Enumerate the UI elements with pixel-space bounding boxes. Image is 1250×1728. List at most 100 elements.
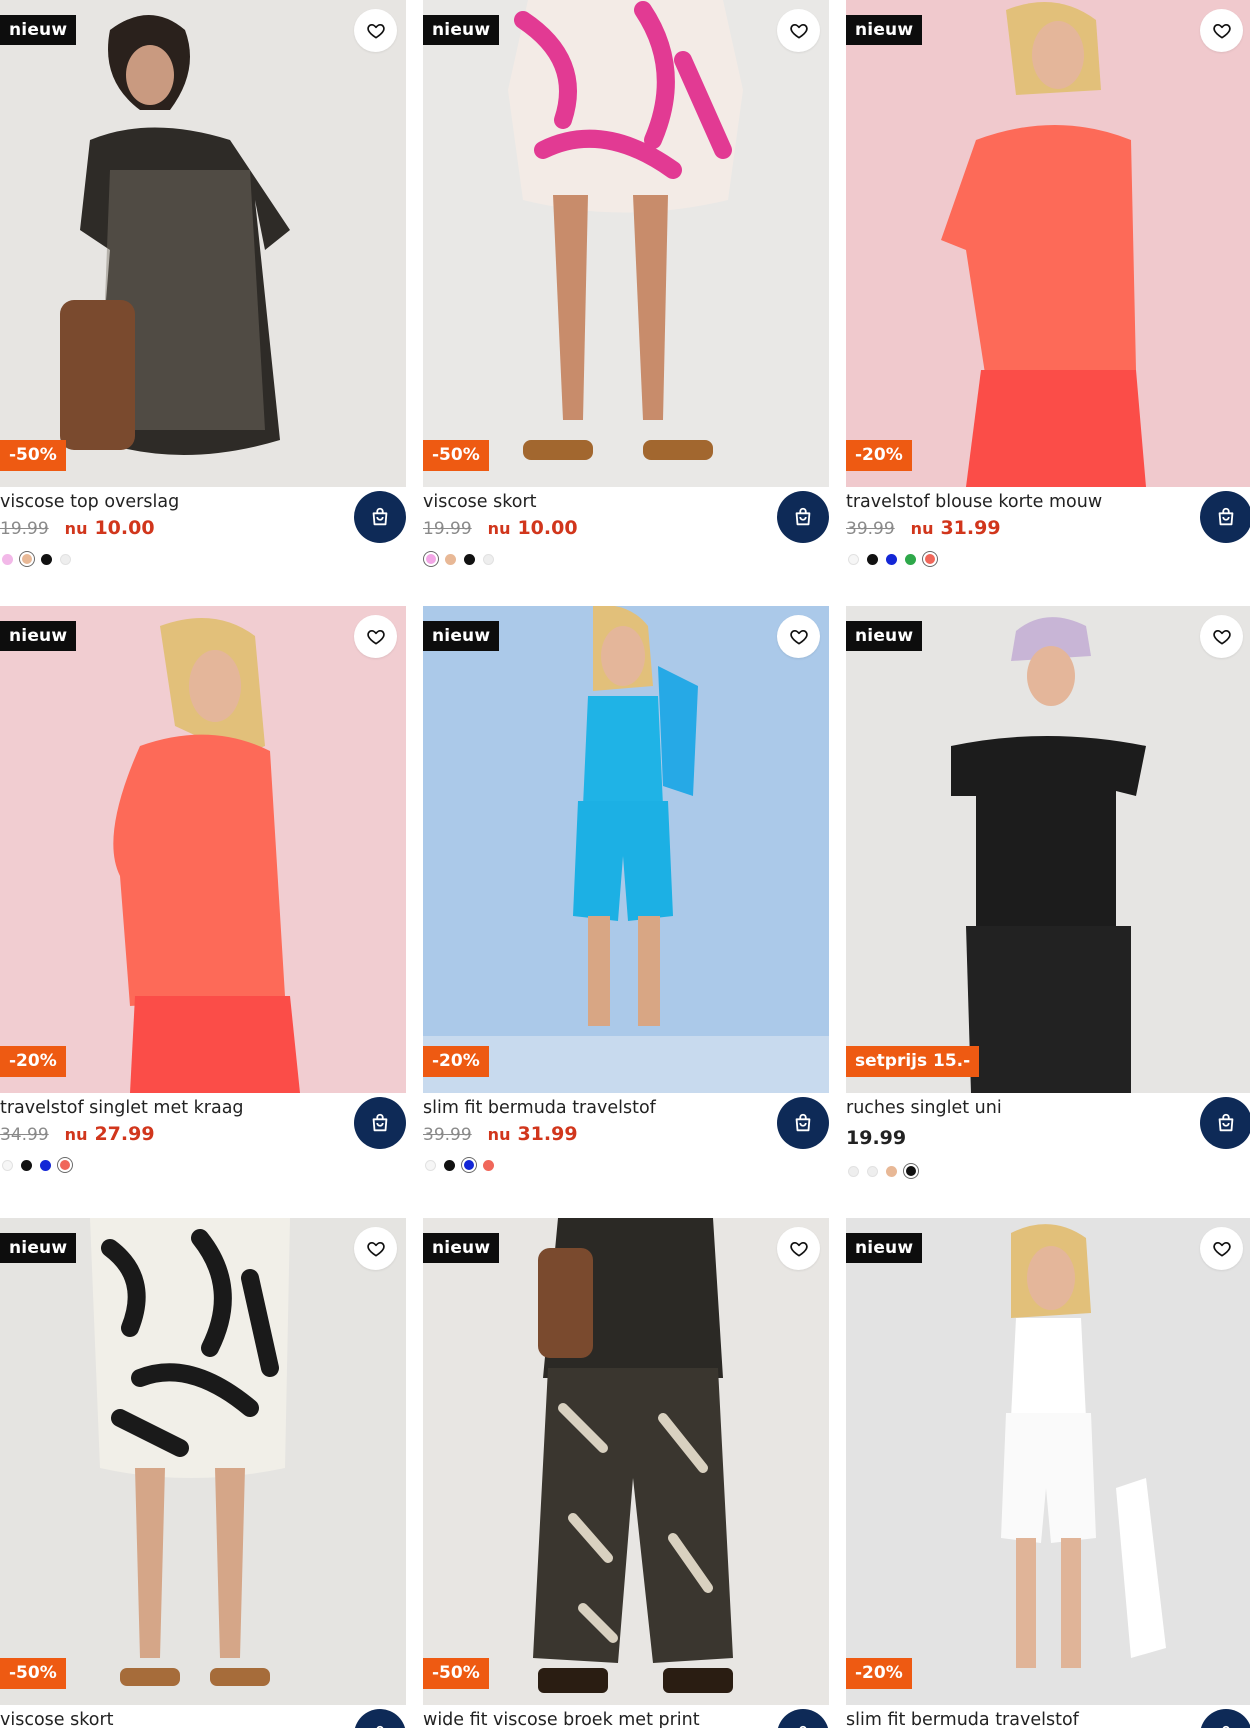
- product-title[interactable]: slim fit bermuda travelstof: [423, 1096, 763, 1120]
- color-swatch[interactable]: [41, 553, 52, 565]
- heart-icon: [366, 629, 385, 644]
- favorite-button[interactable]: [354, 615, 397, 658]
- old-price: 34.99: [0, 1125, 49, 1145]
- discount-badge: -20%: [846, 1658, 912, 1689]
- price: 19.99: [846, 1127, 907, 1149]
- add-to-cart-button[interactable]: [1200, 491, 1250, 543]
- add-to-cart-button[interactable]: [1200, 1709, 1250, 1728]
- product-title[interactable]: ruches singlet uni: [846, 1096, 1186, 1120]
- heart-icon: [366, 23, 385, 39]
- product-title[interactable]: viscose top overslag: [0, 490, 340, 514]
- new-badge: nieuw: [423, 621, 500, 651]
- color-swatch[interactable]: [445, 553, 456, 565]
- favorite-button[interactable]: [777, 1227, 820, 1270]
- shopping-bag-icon: [1222, 1725, 1230, 1728]
- color-swatch[interactable]: [60, 553, 71, 565]
- now-label: nu: [487, 1125, 511, 1144]
- color-swatch[interactable]: [22, 554, 32, 564]
- product-title[interactable]: wide fit viscose broek met print: [423, 1708, 763, 1728]
- color-swatch[interactable]: [906, 1166, 916, 1176]
- favorite-button[interactable]: [354, 9, 397, 52]
- color-swatches: [848, 552, 944, 566]
- heart-icon: [1212, 23, 1231, 39]
- product-title[interactable]: viscose skort: [0, 1708, 340, 1728]
- price-row: 39.99 nu 31.99: [846, 517, 1001, 541]
- product-photo[interactable]: [846, 0, 1250, 487]
- favorite-button[interactable]: [1200, 1227, 1243, 1270]
- old-price: 39.99: [846, 519, 895, 539]
- heart-icon: [1212, 629, 1231, 644]
- product-photo[interactable]: [0, 606, 406, 1093]
- heart-icon: [789, 23, 808, 39]
- old-price: 19.99: [423, 519, 472, 539]
- product-photo[interactable]: [846, 606, 1250, 1093]
- sale-price: 10.00: [94, 517, 155, 539]
- now-label: nu: [64, 519, 88, 538]
- favorite-button[interactable]: [1200, 615, 1243, 658]
- product-photo-image: [0, 606, 406, 1093]
- product-photo[interactable]: [0, 0, 406, 487]
- add-to-cart-button[interactable]: [1200, 1097, 1250, 1149]
- discount-badge: -20%: [846, 440, 912, 471]
- color-swatch[interactable]: [60, 1160, 70, 1170]
- shopping-bag-icon: [372, 1113, 388, 1132]
- product-photo[interactable]: [0, 1218, 406, 1705]
- new-badge: nieuw: [0, 621, 77, 651]
- color-swatch[interactable]: [483, 1159, 494, 1171]
- new-badge: nieuw: [0, 15, 77, 45]
- shopping-bag-icon: [376, 1725, 384, 1728]
- color-swatch[interactable]: [848, 1165, 859, 1177]
- color-swatch[interactable]: [2, 1159, 13, 1171]
- product-photo[interactable]: [423, 1218, 829, 1705]
- product-photo[interactable]: [846, 1218, 1250, 1705]
- favorite-button[interactable]: [777, 9, 820, 52]
- add-to-cart-button[interactable]: [354, 491, 406, 543]
- color-swatch[interactable]: [905, 553, 916, 565]
- product-title[interactable]: viscose skort: [423, 490, 763, 514]
- add-to-cart-button[interactable]: [354, 1709, 406, 1728]
- favorite-button[interactable]: [1200, 9, 1243, 52]
- product-title[interactable]: slim fit bermuda travelstof: [846, 1708, 1186, 1728]
- old-price: 19.99: [0, 519, 49, 539]
- new-badge: nieuw: [0, 1233, 77, 1263]
- color-swatch[interactable]: [848, 553, 859, 565]
- color-swatch[interactable]: [886, 1165, 897, 1177]
- color-swatch[interactable]: [925, 554, 935, 564]
- color-swatch[interactable]: [40, 1159, 51, 1171]
- color-swatches: [425, 1158, 502, 1172]
- color-swatch[interactable]: [426, 554, 436, 564]
- color-swatch[interactable]: [464, 553, 475, 565]
- color-swatch[interactable]: [464, 1160, 474, 1170]
- add-to-cart-button[interactable]: [777, 1709, 829, 1728]
- color-swatch[interactable]: [867, 553, 878, 565]
- favorite-button[interactable]: [777, 615, 820, 658]
- product-title[interactable]: travelstof singlet met kraag: [0, 1096, 340, 1120]
- color-swatch[interactable]: [425, 1159, 436, 1171]
- discount-badge: -50%: [0, 1658, 66, 1689]
- price-row: 39.99 nu 31.99: [423, 1123, 578, 1147]
- shopping-bag-icon: [372, 507, 388, 526]
- new-badge: nieuw: [846, 15, 923, 45]
- product-photo[interactable]: [423, 0, 829, 487]
- add-to-cart-button[interactable]: [777, 1097, 829, 1149]
- product-photo-image: [846, 1218, 1250, 1705]
- color-swatch[interactable]: [483, 553, 494, 565]
- product-photo[interactable]: [423, 606, 829, 1093]
- sale-price: 27.99: [94, 1123, 155, 1145]
- heart-icon: [366, 1241, 385, 1256]
- color-swatches: [848, 1164, 925, 1178]
- color-swatch[interactable]: [21, 1159, 32, 1171]
- color-swatch[interactable]: [444, 1159, 455, 1171]
- price-row: 19.99 nu 10.00: [0, 517, 155, 541]
- new-badge: nieuw: [423, 1233, 500, 1263]
- product-title[interactable]: travelstof blouse korte mouw: [846, 490, 1186, 514]
- price-row: 19.99: [846, 1123, 907, 1149]
- discount-badge: -20%: [423, 1046, 489, 1077]
- product-photo-image: [0, 0, 406, 487]
- color-swatch[interactable]: [886, 553, 897, 565]
- add-to-cart-button[interactable]: [354, 1097, 406, 1149]
- color-swatch[interactable]: [867, 1165, 878, 1177]
- color-swatch[interactable]: [2, 553, 13, 565]
- favorite-button[interactable]: [354, 1227, 397, 1270]
- add-to-cart-button[interactable]: [777, 491, 829, 543]
